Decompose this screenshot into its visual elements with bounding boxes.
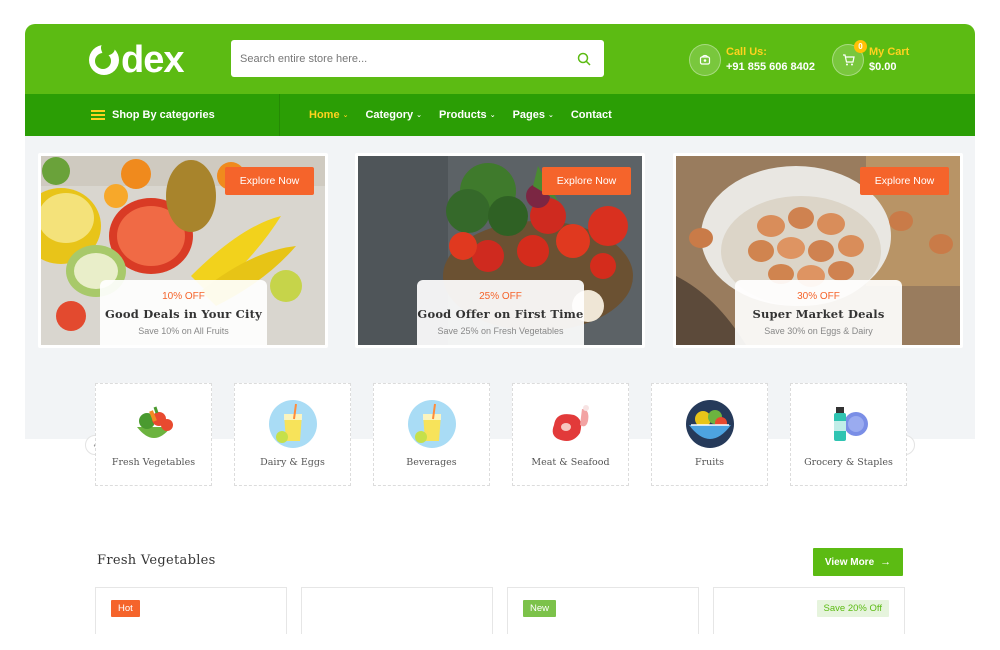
banner-caption: 25% OFF Good Offer on First Time Save 25… xyxy=(417,280,584,345)
banner-image-fruits: Explore Now 10% OFF Good Deals in Your C… xyxy=(41,156,325,345)
category-card-dairy-eggs[interactable]: Dairy & Eggs xyxy=(234,383,351,486)
search-button[interactable] xyxy=(564,40,604,77)
arrow-right-icon: → xyxy=(880,556,892,568)
nav-divider xyxy=(279,94,280,136)
logo-mark-icon xyxy=(89,45,119,75)
cart[interactable]: 0 My Cart $0.00 xyxy=(832,40,910,76)
view-more-label: View More xyxy=(824,556,875,568)
search-bar xyxy=(231,40,604,77)
cart-count-badge: 0 xyxy=(854,40,867,53)
banner-subtitle: Save 30% on Eggs & Dairy xyxy=(764,326,873,336)
cart-total: $0.00 xyxy=(869,61,897,73)
cart-label: My Cart xyxy=(869,46,910,58)
chevron-down-icon: ⌄ xyxy=(547,112,554,119)
header-bar: dex Call Us: +91 855 606 8402 0 My Car xyxy=(25,24,975,94)
banner-subtitle: Save 10% on All Fruits xyxy=(138,326,229,336)
banner-offer: 25% OFF xyxy=(479,291,522,302)
promo-banner-eggs[interactable]: Explore Now 30% OFF Super Market Deals S… xyxy=(673,153,963,348)
category-card-beverages[interactable]: Beverages xyxy=(373,383,490,486)
product-card[interactable] xyxy=(301,587,493,634)
nav-item-label: Category xyxy=(365,109,414,121)
page-frame: dex Call Us: +91 855 606 8402 0 My Car xyxy=(25,24,975,634)
banner-title: Good Offer on First Time xyxy=(417,307,584,321)
promo-banner-vegetables[interactable]: Explore Now 25% OFF Good Offer on First … xyxy=(355,153,645,348)
nav-item-label: Pages xyxy=(512,109,545,121)
category-name: Meat & Seafood xyxy=(531,457,610,468)
category-name: Beverages xyxy=(406,457,457,468)
category-card-fruits[interactable]: Fruits xyxy=(651,383,768,486)
view-more-button[interactable]: View More → xyxy=(813,548,903,576)
chevron-down-icon: ⌄ xyxy=(416,112,422,119)
nav-item-home[interactable]: Home ⌄ xyxy=(309,109,348,121)
search-icon xyxy=(577,52,591,66)
call-us[interactable]: Call Us: +91 855 606 8402 xyxy=(689,44,815,76)
search-input[interactable] xyxy=(231,40,564,77)
vegetables-icon xyxy=(137,406,173,438)
explore-now-button[interactable]: Explore Now xyxy=(860,167,949,195)
banner-caption: 10% OFF Good Deals in Your City Save 10%… xyxy=(100,280,267,345)
chevron-down-icon: ⌄ xyxy=(342,112,349,119)
nav-item-products[interactable]: Products ⌄ xyxy=(439,109,496,121)
category-card-grocery-staples[interactable]: Grocery & Staples xyxy=(790,383,907,486)
banner-image-vegetables: Explore Now 25% OFF Good Offer on First … xyxy=(358,156,642,345)
hamburger-icon xyxy=(91,110,105,120)
category-name: Dairy & Eggs xyxy=(260,457,325,468)
nav-item-label: Contact xyxy=(570,109,612,121)
explore-now-button[interactable]: Explore Now xyxy=(225,167,314,195)
banner-title: Super Market Deals xyxy=(752,307,885,321)
banner-offer: 30% OFF xyxy=(797,291,840,302)
meat-icon xyxy=(552,405,589,441)
juice-icon xyxy=(408,400,456,448)
logo[interactable]: dex xyxy=(89,39,184,81)
call-number: +91 855 606 8402 xyxy=(726,61,816,73)
promo-banner-fruits[interactable]: Explore Now 10% OFF Good Deals in Your C… xyxy=(38,153,328,348)
banner-caption: 30% OFF Super Market Deals Save 30% on E… xyxy=(735,280,902,345)
shop-by-categories-button[interactable]: Shop By categories xyxy=(91,94,215,136)
category-card-meat-seafood[interactable]: Meat & Seafood xyxy=(512,383,629,486)
banner-subtitle: Save 25% on Fresh Vegetables xyxy=(437,326,564,336)
chevron-down-icon: ⌄ xyxy=(489,112,496,119)
banner-offer: 10% OFF xyxy=(162,291,205,302)
hot-badge: Hot xyxy=(111,600,140,617)
nav-item-label: Products xyxy=(439,109,487,121)
main-nav: Shop By categories Home ⌄ Category ⌄ Produ… xyxy=(25,94,975,136)
juice-icon xyxy=(269,400,317,448)
category-name: Fruits xyxy=(695,457,724,468)
call-label: Call Us: xyxy=(726,46,767,58)
product-card[interactable]: New xyxy=(507,587,699,634)
phone-icon xyxy=(689,44,721,76)
cart-icon: 0 xyxy=(832,40,867,76)
nav-item-category[interactable]: Category ⌄ xyxy=(365,109,422,121)
product-card[interactable]: Save 20% Off xyxy=(713,587,905,634)
product-card[interactable]: Hot xyxy=(95,587,287,634)
category-name: Grocery & Staples xyxy=(804,457,893,468)
banner-image-eggs: Explore Now 30% OFF Super Market Deals S… xyxy=(676,156,960,345)
nav-item-contact[interactable]: Contact xyxy=(571,109,612,121)
fruit-bowl-icon xyxy=(686,400,734,448)
category-card-fresh-vegetables[interactable]: Fresh Vegetables xyxy=(95,383,212,486)
logo-text: dex xyxy=(121,39,184,81)
grocery-icon xyxy=(834,407,868,441)
nav-item-pages[interactable]: Pages ⌄ xyxy=(513,109,554,121)
categories-label: Shop By categories xyxy=(112,109,215,121)
new-badge: New xyxy=(523,600,557,617)
banner-title: Good Deals in Your City xyxy=(105,307,262,321)
nav-item-label: Home xyxy=(309,109,340,121)
explore-now-button[interactable]: Explore Now xyxy=(542,167,631,195)
category-name: Fresh Vegetables xyxy=(111,457,196,468)
section-title: Fresh Vegetables xyxy=(97,553,216,568)
discount-badge: Save 20% Off xyxy=(816,600,889,617)
nav-menu: Home ⌄ Category ⌄ Products ⌄ Pages ⌄ Contact xyxy=(309,94,629,136)
